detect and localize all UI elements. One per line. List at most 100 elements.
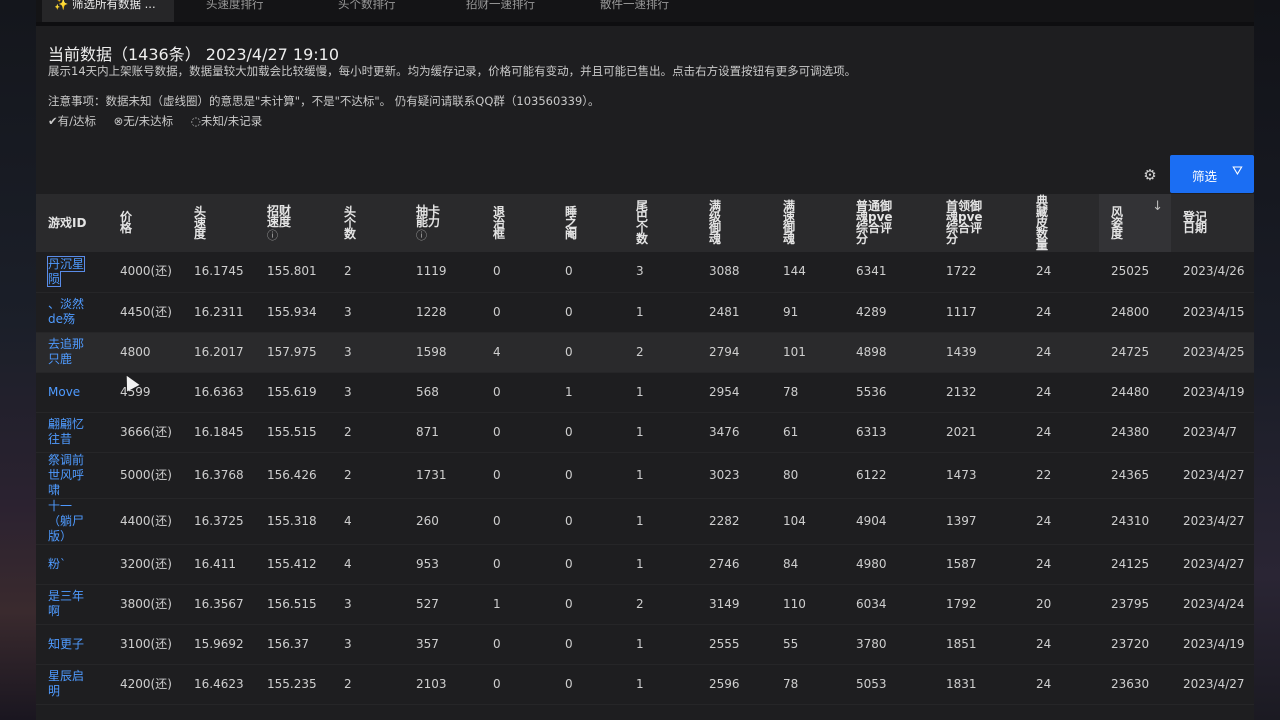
game-id-text[interactable]: 是三年 啊 <box>48 589 84 618</box>
column-header[interactable]: 头 速 度 <box>182 194 255 252</box>
column-header-label: 价 格 <box>120 210 133 235</box>
table-row[interactable]: 知更子 3100(还) 15.9692 156.37 3 357 0 0 1 2555 55 3780… <box>36 624 1254 665</box>
game-id-link[interactable]: 粉` <box>36 544 108 585</box>
column-header-label: 登记 日期 <box>1183 210 1208 235</box>
table-cell: 0 <box>553 584 624 625</box>
table-cell: 1792 <box>934 584 1024 625</box>
table-cell: 4904 <box>844 498 934 545</box>
table-cell: 260 <box>404 498 481 545</box>
info-icon[interactable]: ⓘ <box>416 230 481 241</box>
column-header[interactable]: ↓ 风 姿 度 <box>1099 194 1171 252</box>
table-cell: 3200(还) <box>108 544 182 585</box>
column-header[interactable]: 满 速 御 魂 <box>771 194 844 252</box>
table-cell: 4599 <box>108 372 182 413</box>
info-icon[interactable]: ⓘ <box>267 230 332 241</box>
table-row[interactable]: 粉` 3200(还) 16.411 155.412 4 953 0 0 1 2746 84 4980 1… <box>36 544 1254 585</box>
column-header[interactable]: 尾 巴 个 数 <box>624 194 697 252</box>
game-id-text[interactable]: 丹沉星 陨 <box>46 255 86 287</box>
table-cell: 0 <box>481 412 553 453</box>
table-cell: 3800(还) <box>108 584 182 625</box>
column-header-label: 首领御 魂pve 综合评 分 <box>946 199 983 246</box>
table-cell: 2596 <box>697 664 771 705</box>
gear-icon[interactable]: ⚙ <box>1141 166 1159 184</box>
table-cell: 1473 <box>934 452 1024 499</box>
column-header[interactable]: 头 个 数 <box>332 194 404 252</box>
table-cell: 55 <box>771 624 844 665</box>
table-cell: 1 <box>624 624 697 665</box>
column-header[interactable]: 退 治 框 <box>481 194 553 252</box>
table-cell: 4200(还) <box>108 664 182 705</box>
table-cell: 80 <box>771 452 844 499</box>
game-id-link[interactable]: 是三年 啊 <box>36 584 108 625</box>
table-row[interactable]: Move 4599 16.6363 155.619 3 568 0 1 1 2954 78 5536 2… <box>36 372 1254 413</box>
table-cell: 155.801 <box>255 252 332 293</box>
table-cell: 110 <box>771 584 844 625</box>
tab-parts-speed[interactable]: 散件一速排行 <box>600 0 669 22</box>
page-title: 当前数据（1436条） 2023/4/27 19:10 <box>48 45 340 64</box>
table-row[interactable]: 星辰启 明 4200(还) 16.4623 155.235 2 2103 0 0 1 2596 78… <box>36 664 1254 705</box>
column-header[interactable]: 睡 之 阉 <box>553 194 624 252</box>
column-header[interactable]: 抽卡 能力 ⓘ <box>404 194 481 252</box>
game-id-text[interactable]: 、淡然 de殇 <box>48 297 84 326</box>
table-cell: 78 <box>771 664 844 705</box>
game-id-link[interactable]: 、淡然 de殇 <box>36 292 108 333</box>
table-row[interactable]: 去追那 只鹿 4800 16.2017 157.975 3 1598 4 0 2 2794 101 4… <box>36 332 1254 373</box>
game-id-text[interactable]: 知更子 <box>48 637 84 651</box>
game-id-link[interactable]: 知更子 <box>36 624 108 665</box>
column-header-label: 游戏ID <box>48 215 87 230</box>
game-id-link[interactable]: 丹沉星 陨 <box>36 252 108 293</box>
table-row[interactable]: 丹沉星 陨 4000(还) 16.1745 155.801 2 1119 0 0 3 3088 14… <box>36 252 1254 293</box>
table-cell: 16.6363 <box>182 372 255 413</box>
table-cell: 155.515 <box>255 412 332 453</box>
table-cell: 2555 <box>697 624 771 665</box>
column-header[interactable]: 普通御 魂pve 综合评 分 <box>844 194 934 252</box>
game-id-text[interactable]: 祭调前 世风呼 啸 <box>48 453 84 497</box>
filter-button[interactable]: 筛选 ⛛ <box>1170 155 1254 193</box>
table-cell: 0 <box>481 372 553 413</box>
column-header[interactable]: 招财 速度 ⓘ <box>255 194 332 252</box>
column-header[interactable]: 游戏ID <box>36 194 108 252</box>
tab-all-data[interactable]: ✨ 筛选所有数据 ... <box>42 0 174 22</box>
table-cell: 4 <box>332 498 404 545</box>
game-id-link[interactable]: 去追那 只鹿 <box>36 332 108 373</box>
game-id-text[interactable]: Move <box>48 385 80 399</box>
tab-head-speed[interactable]: 头速度排行 <box>206 0 264 22</box>
table-cell: 3 <box>332 584 404 625</box>
game-id-text[interactable]: 粉` <box>48 557 66 571</box>
table-cell: 1587 <box>934 544 1024 585</box>
table-cell: 23630 <box>1099 664 1171 705</box>
column-header-label: 满 级 御 魂 <box>709 199 722 246</box>
table-cell: 16.2311 <box>182 292 255 333</box>
game-id-link[interactable]: 祭调前 世风呼 啸 <box>36 452 108 499</box>
table-cell: 24 <box>1024 292 1099 333</box>
game-id-link[interactable]: 十一 （躺尸 版） <box>36 498 108 545</box>
table-cell: 5536 <box>844 372 934 413</box>
game-id-text[interactable]: 十一 （躺尸 版） <box>48 499 84 543</box>
column-header[interactable]: 价 格 <box>108 194 182 252</box>
table-cell: 1 <box>624 452 697 499</box>
tab-head-count[interactable]: 头个数排行 <box>338 0 396 22</box>
table-cell: 24310 <box>1099 498 1171 545</box>
game-id-link[interactable]: 星辰启 明 <box>36 664 108 705</box>
game-id-text[interactable]: 星辰启 明 <box>48 669 84 698</box>
table-row[interactable]: 祭调前 世风呼 啸 5000(还) 16.3768 156.426 2 1731 0 0 1 30… <box>36 452 1254 499</box>
sort-arrow-icon[interactable]: ↓ <box>1152 200 1163 213</box>
table-cell: 4 <box>332 544 404 585</box>
tab-zhaocai-speed[interactable]: 招财一速排行 <box>466 0 535 22</box>
column-header[interactable]: 首领御 魂pve 综合评 分 <box>934 194 1024 252</box>
table-row[interactable]: 翩翩忆 往昔 3666(还) 16.1845 155.515 2 871 0 0 1 3476 61… <box>36 412 1254 453</box>
column-header[interactable]: 典 藏 皮 数 量 <box>1024 194 1099 252</box>
column-header-label: 风 姿 度 <box>1111 204 1124 241</box>
column-header-label: 头 个 数 <box>344 204 357 241</box>
game-id-link[interactable]: 翩翩忆 往昔 <box>36 412 108 453</box>
table-cell: 4 <box>481 332 553 373</box>
table-cell: 1 <box>553 372 624 413</box>
table-row[interactable]: 十一 （躺尸 版） 4400(还) 16.3725 155.318 4 260 0 0 1 228… <box>36 498 1254 545</box>
game-id-text[interactable]: 去追那 只鹿 <box>48 337 84 366</box>
column-header[interactable]: 满 级 御 魂 <box>697 194 771 252</box>
column-header[interactable]: 登记 日期 <box>1171 194 1254 252</box>
table-row[interactable]: 、淡然 de殇 4450(还) 16.2311 155.934 3 1228 0 0 1 2481… <box>36 292 1254 333</box>
game-id-link[interactable]: Move <box>36 372 108 413</box>
game-id-text[interactable]: 翩翩忆 往昔 <box>48 417 84 446</box>
table-row[interactable]: 是三年 啊 3800(还) 16.3567 156.515 3 527 1 0 2 3149 110… <box>36 584 1254 625</box>
